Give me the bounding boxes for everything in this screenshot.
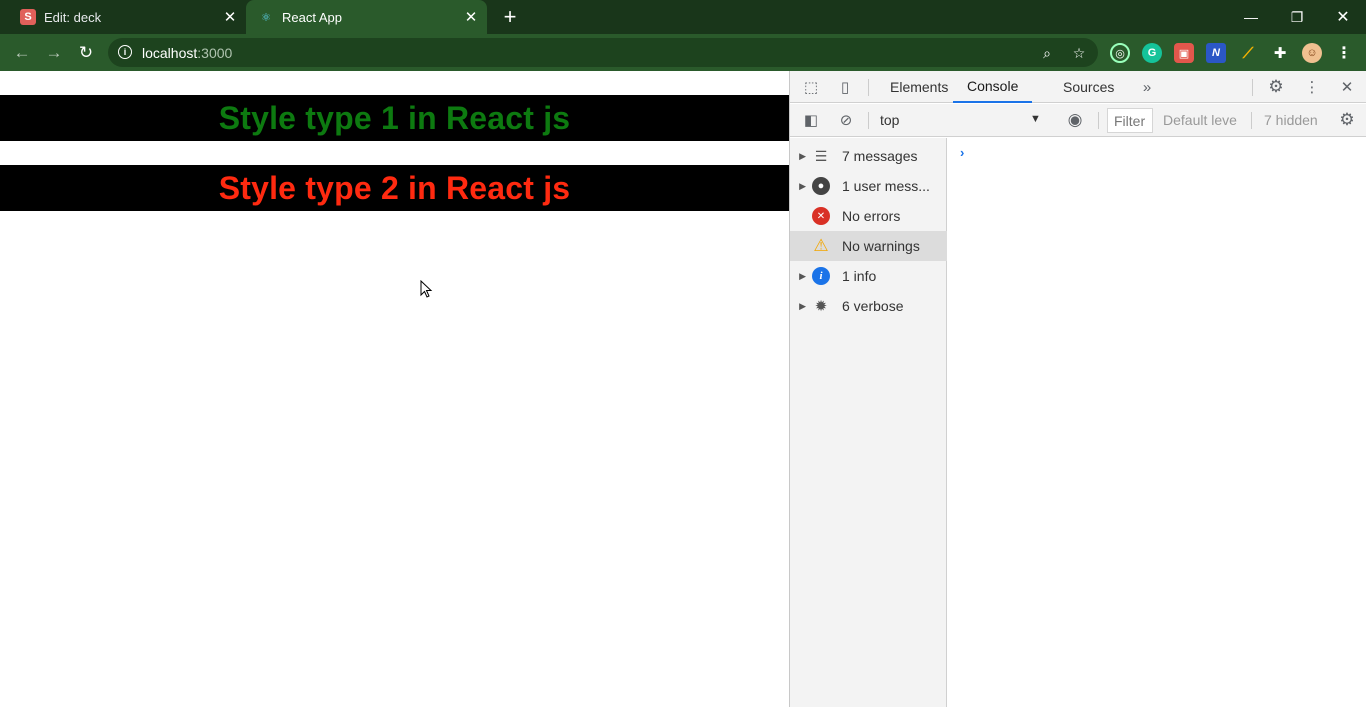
expand-arrow-icon[interactable]: ▶ [790,301,810,312]
divider [868,79,869,96]
chevron-down-icon[interactable]: ▼ [1030,113,1041,125]
style-type-2-heading: Style type 2 in React js [0,165,789,211]
slides-favicon-icon: S [20,9,36,25]
console-prompt[interactable]: › [960,145,964,160]
filter-input[interactable]: Filter [1107,108,1153,133]
more-options-icon[interactable]: ⋮ [1302,77,1322,97]
sidebar-item-errors[interactable]: ✕ No errors [790,201,947,231]
bookmark-star-icon[interactable]: ☆ [1069,43,1089,63]
settings-gear-icon[interactable]: ⚙ [1266,77,1286,97]
new-tab-button[interactable]: + [498,4,522,29]
close-window-button[interactable]: ✕ [1320,0,1366,34]
log-level-select[interactable]: Default leve [1163,112,1237,128]
warning-icon: ⚠ [813,236,829,255]
page-viewport: Style type 1 in React js Style type 2 in… [0,71,789,707]
extension-n-icon[interactable]: N [1206,43,1226,63]
site-info-icon[interactable]: i [118,45,132,59]
pencil-icon[interactable]: ⟋ [1238,43,1258,63]
info-icon: i [812,267,830,285]
zoom-icon[interactable]: ⌕ [1037,43,1057,63]
tab-react-app[interactable]: ⚛ React App ✕ [246,0,487,34]
style-type-1-heading: Style type 1 in React js [0,95,789,141]
list-icon: ☰ [814,147,828,164]
divider [1252,79,1253,96]
sidebar-item-user-messages[interactable]: ▶ ● 1 user mess... [790,171,947,201]
minimize-button[interactable]: — [1228,0,1274,34]
tab-elements[interactable]: Elements [890,71,948,103]
extension-red-icon[interactable]: ▣ [1174,43,1194,63]
extensions-puzzle-icon[interactable]: ✚ [1270,43,1290,63]
expand-arrow-icon[interactable]: ▶ [790,181,810,192]
bug-icon: ✹ [814,298,828,315]
tab-strip: S Edit: deck ✕ ⚛ React App ✕ + — ❐ ✕ [0,0,1366,34]
mouse-cursor-icon [420,280,433,298]
sidebar-item-label: 6 verbose [842,298,904,314]
close-tab-icon[interactable]: ✕ [459,5,483,29]
divider [1098,112,1099,129]
context-selector[interactable]: top [880,112,1040,128]
tab-title: Edit: deck [44,9,102,25]
sidebar-item-label: No warnings [842,238,920,254]
sidebar-item-label: 7 messages [842,148,918,164]
user-icon: ● [812,177,830,195]
hidden-count: 7 hidden [1264,112,1318,128]
expand-arrow-icon[interactable]: ▶ [790,271,810,282]
error-icon: ✕ [812,207,830,225]
tab-edit-deck[interactable]: S Edit: deck ✕ [8,0,246,34]
url-text[interactable]: localhost:3000 [142,45,232,61]
divider [1251,112,1252,129]
tab-console[interactable]: Console [953,71,1033,103]
sidebar-item-label: 1 user mess... [842,178,930,194]
menu-kebab-icon[interactable]: ⋮ [1334,43,1354,63]
grammarly-icon[interactable]: G [1142,43,1162,63]
react-favicon-icon: ⚛ [261,11,271,24]
console-toolbar: ◧ ⊘ top ▼ ◉ Filter Default leve 7 hidden… [790,104,1366,137]
sidebar-item-label: No errors [842,208,901,224]
address-bar[interactable]: i localhost:3000 ⌕ ☆ [108,38,1098,67]
sidebar-item-verbose[interactable]: ▶ ✹ 6 verbose [790,291,947,321]
devtools-panel: ⬚ ▯ Elements Console Sources » ⚙ ⋮ ✕ ◧ ⊘… [789,71,1366,707]
show-sidebar-icon[interactable]: ◧ [801,110,821,130]
device-toolbar-icon[interactable]: ▯ [835,77,855,97]
console-sidebar: ▶ ☰ 7 messages ▶ ● 1 user mess... ✕ No e… [790,138,947,707]
profile-avatar[interactable]: ☺ [1302,43,1322,63]
tab-sources[interactable]: Sources [1063,71,1114,103]
divider [868,112,869,129]
more-tabs-icon[interactable]: » [1137,77,1157,97]
back-button[interactable]: ← [9,40,35,66]
clear-console-icon[interactable]: ⊘ [836,110,856,130]
browser-toolbar: ← → ↻ i localhost:3000 ⌕ ☆ ◎ G ▣ N ⟋ ✚ ☺… [0,34,1366,71]
inspect-element-icon[interactable]: ⬚ [801,77,821,97]
sidebar-item-label: 1 info [842,268,877,284]
tab-title: React App [282,9,342,25]
close-tab-icon[interactable]: ✕ [218,5,242,29]
close-devtools-icon[interactable]: ✕ [1337,77,1357,97]
sidebar-item-messages[interactable]: ▶ ☰ 7 messages [790,141,947,171]
devtools-tabbar: ⬚ ▯ Elements Console Sources » ⚙ ⋮ ✕ [790,71,1366,103]
extension-circle-icon[interactable]: ◎ [1110,43,1130,63]
forward-button[interactable]: → [41,40,67,66]
console-settings-gear-icon[interactable]: ⚙ [1337,110,1357,130]
restore-button[interactable]: ❐ [1274,0,1320,34]
expand-arrow-icon[interactable]: ▶ [790,151,810,162]
reload-button[interactable]: ↻ [73,40,99,66]
sidebar-item-warnings[interactable]: ⚠ No warnings [790,231,947,261]
live-expression-eye-icon[interactable]: ◉ [1065,110,1085,130]
sidebar-item-info[interactable]: ▶ i 1 info [790,261,947,291]
